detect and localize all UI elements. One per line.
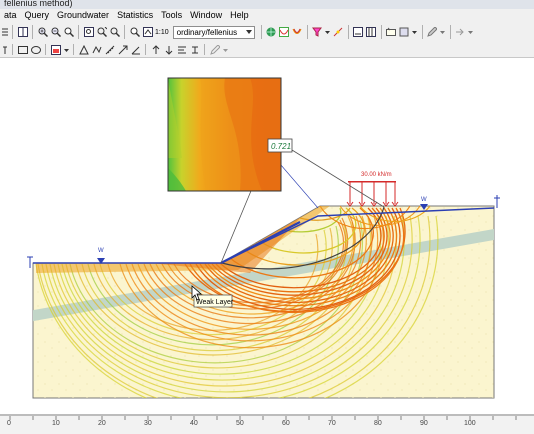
- toolbar-separator: [12, 44, 13, 55]
- toolbar-separator: [449, 25, 451, 39]
- ruler-label: 50: [236, 420, 244, 427]
- toolbar-separator: [12, 25, 13, 39]
- menu-help[interactable]: Help: [226, 9, 253, 22]
- dropdown-arrow-icon[interactable]: [440, 27, 446, 37]
- filter-surfaces-icon[interactable]: [312, 27, 323, 37]
- toolbar-separator: [73, 44, 74, 55]
- show-slices-icon[interactable]: [366, 27, 377, 37]
- toolbar-separator: [347, 25, 349, 39]
- sort-desc-icon[interactable]: [164, 45, 174, 55]
- eraser-icon[interactable]: [209, 43, 221, 55]
- window-title: fellenius method): [4, 0, 73, 8]
- data-tips-icon[interactable]: [386, 27, 397, 37]
- ruler-label: 30: [144, 420, 152, 427]
- all-surfaces-icon[interactable]: [292, 27, 302, 37]
- slip-surface-icon[interactable]: [279, 27, 290, 37]
- dropdown-arrow-icon[interactable]: [412, 27, 418, 37]
- toolbar-separator: [260, 25, 262, 39]
- menu-groundwater[interactable]: Groundwater: [53, 9, 113, 22]
- ellipse-icon[interactable]: [30, 45, 41, 55]
- list-icon[interactable]: [1, 27, 8, 37]
- slip-center-grid[interactable]: [167, 77, 282, 192]
- show-supports-icon[interactable]: [353, 27, 364, 37]
- fs-label[interactable]: 0.721: [267, 138, 293, 153]
- ruler-label: 20: [98, 420, 106, 427]
- layout-icon[interactable]: [17, 27, 28, 37]
- align-icon[interactable]: [177, 45, 187, 55]
- toolbar-separator: [380, 25, 382, 39]
- scale-label: 1:10: [155, 28, 169, 36]
- weak-layer-label: Weak Layer: [196, 299, 234, 306]
- dropdown-arrow-icon[interactable]: [63, 45, 69, 55]
- order-icon[interactable]: [190, 45, 200, 55]
- zoom-all-icon[interactable]: [97, 26, 107, 38]
- ruler-label: 70: [328, 420, 336, 427]
- zoom-extents-icon[interactable]: [83, 27, 94, 37]
- triangle-icon[interactable]: [78, 44, 89, 55]
- sort-asc-icon[interactable]: [151, 44, 161, 55]
- toolbar-separator: [78, 25, 79, 39]
- globe-icon[interactable]: [266, 27, 276, 37]
- horizontal-ruler: 0 10 20 30 40 50 60 70 80 90 100: [0, 414, 534, 434]
- zoom-window-icon[interactable]: [64, 27, 74, 38]
- toolbar-separator: [204, 44, 205, 55]
- model-view: W W 30.00 kN/m 0.721 Weak Layer: [27, 77, 500, 399]
- properties-icon[interactable]: [399, 27, 409, 37]
- ruler-label: 10: [52, 420, 60, 427]
- ruler-label: 0: [7, 420, 11, 427]
- chevron-down-icon: [245, 29, 252, 34]
- right-boundary-marker: [494, 195, 500, 208]
- dropdown-arrow-icon[interactable]: [468, 27, 474, 37]
- svg-text:W: W: [421, 197, 427, 203]
- menu-query[interactable]: Query: [21, 9, 54, 22]
- weak-layer-tooltip: Weak Layer: [193, 294, 234, 308]
- toolbar-separator: [45, 44, 46, 55]
- dropdown-arrow-icon[interactable]: [222, 45, 228, 55]
- measure-icon[interactable]: [105, 45, 115, 55]
- left-boundary-marker: [27, 256, 33, 268]
- toolbar-separator: [306, 25, 308, 39]
- menu-window[interactable]: Window: [186, 9, 226, 22]
- pencil-icon[interactable]: [427, 26, 438, 37]
- ruler-label: 60: [282, 420, 290, 427]
- angle-icon[interactable]: [131, 45, 141, 55]
- window-title-bar: fellenius method): [0, 0, 534, 9]
- ruler-label: 90: [420, 420, 428, 427]
- analysis-method-value: ordinary/fellenius: [176, 27, 238, 37]
- text-tool-icon[interactable]: [2, 45, 8, 55]
- ruler-label: 100: [464, 420, 476, 427]
- menu-statistics[interactable]: Statistics: [113, 9, 157, 22]
- zoom-scale-icon[interactable]: [142, 27, 153, 37]
- menu-tools[interactable]: Tools: [157, 9, 186, 22]
- zoom-out-icon[interactable]: [51, 27, 61, 38]
- load-label: 30.00 kN/m: [361, 172, 392, 178]
- pan-icon[interactable]: [130, 27, 140, 38]
- toolbar-separator: [32, 25, 33, 39]
- menu-bar: ata Query Groundwater Statistics Tools W…: [0, 9, 534, 23]
- model-canvas[interactable]: W W 30.00 kN/m 0.721 Weak Layer: [0, 58, 534, 414]
- ruler-ticks: [0, 415, 534, 420]
- toolbar-separator: [124, 25, 125, 39]
- rectangle-icon[interactable]: [17, 45, 28, 55]
- zoom-previous-icon[interactable]: [110, 27, 120, 38]
- water-marker-left: W: [97, 248, 105, 264]
- zoom-in-icon[interactable]: [38, 27, 48, 38]
- ruler-label: 80: [374, 420, 382, 427]
- factor-of-safety: 0.721: [271, 142, 291, 151]
- dropdown-arrow-icon[interactable]: [325, 27, 331, 37]
- svg-text:W: W: [98, 248, 104, 254]
- drawing-toolbar: [0, 42, 534, 58]
- toolbar-separator: [145, 44, 146, 55]
- menu-data[interactable]: ata: [0, 9, 21, 22]
- toolbar-separator: [421, 25, 423, 39]
- main-toolbar: 1:10 ordinary/fellenius: [0, 22, 534, 42]
- arrow-tool-icon[interactable]: [455, 27, 465, 37]
- image-icon[interactable]: [50, 44, 61, 55]
- analysis-method-select[interactable]: ordinary/fellenius: [172, 25, 255, 39]
- polyline-icon[interactable]: [92, 45, 102, 55]
- arrow-draw-icon[interactable]: [118, 45, 128, 55]
- ruler-label: 40: [190, 420, 198, 427]
- query-line-icon[interactable]: [333, 27, 343, 37]
